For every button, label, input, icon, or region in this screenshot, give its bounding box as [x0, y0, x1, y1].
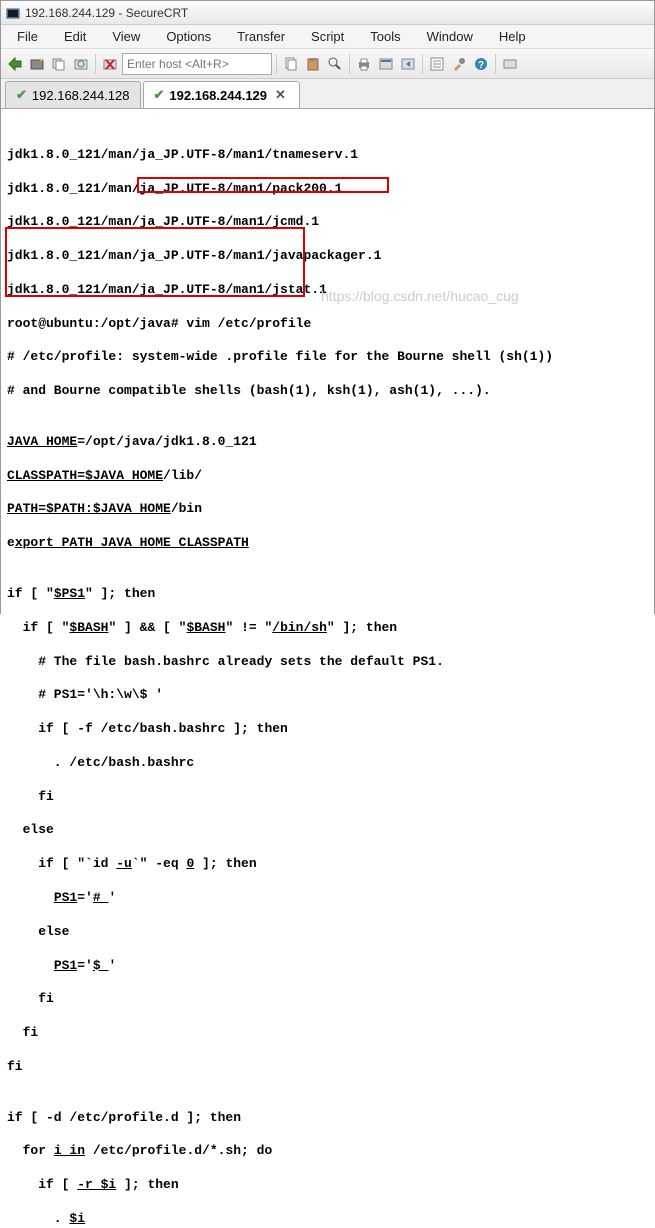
terminal-line: # /etc/profile: system-wide .profile fil… — [7, 349, 648, 366]
paste-icon[interactable] — [303, 54, 323, 74]
svg-text:?: ? — [478, 60, 484, 71]
connect-icon[interactable] — [5, 54, 25, 74]
terminal-line: jdk1.8.0_121/man/ja_JP.UTF-8/man1/pack20… — [7, 181, 648, 198]
tools-icon[interactable] — [449, 54, 469, 74]
tabbar: ✔ 192.168.244.128 ✔ 192.168.244.129 ✕ — [1, 79, 654, 109]
terminal-line: if [ "`id -u`" -eq 0 ]; then — [7, 856, 648, 873]
watermark: https://blog.csdn.net/hucao_cug — [321, 287, 519, 305]
terminal-line: jdk1.8.0_121/man/ja_JP.UTF-8/man1/jcmd.1 — [7, 214, 648, 231]
toggle-icon[interactable] — [500, 54, 520, 74]
terminal-line: . /etc/bash.bashrc — [7, 755, 648, 772]
menu-tools[interactable]: Tools — [358, 26, 412, 47]
reconnect-icon[interactable] — [71, 54, 91, 74]
app-icon — [5, 5, 21, 21]
tab-session-1[interactable]: ✔ 192.168.244.128 — [5, 81, 141, 108]
help-icon[interactable]: ? — [471, 54, 491, 74]
menu-file[interactable]: File — [5, 26, 50, 47]
terminal-line: fi — [7, 789, 648, 806]
session-options-icon[interactable] — [376, 54, 396, 74]
terminal-line: export PATH JAVA_HOME CLASSPATH — [7, 535, 648, 552]
menu-transfer[interactable]: Transfer — [225, 26, 297, 47]
print-icon[interactable] — [354, 54, 374, 74]
terminal-line: if [ -f /etc/bash.bashrc ]; then — [7, 721, 648, 738]
properties-icon[interactable] — [427, 54, 447, 74]
close-icon[interactable]: ✕ — [272, 87, 289, 103]
toolbar-separator — [422, 54, 423, 74]
check-icon: ✔ — [16, 87, 27, 103]
terminal-line: # PS1='\h:\w\$ ' — [7, 687, 648, 704]
terminal-line: jdk1.8.0_121/man/ja_JP.UTF-8/man1/javapa… — [7, 248, 648, 265]
menu-script[interactable]: Script — [299, 26, 356, 47]
menu-help[interactable]: Help — [487, 26, 538, 47]
terminal-line: JAVA_HOME=/opt/java/jdk1.8.0_121 — [7, 434, 648, 451]
terminal-line: PS1='$ ' — [7, 958, 648, 975]
terminal-line: # and Bourne compatible shells (bash(1),… — [7, 383, 648, 400]
terminal-line: if [ -d /etc/profile.d ]; then — [7, 1110, 648, 1127]
title-text: 192.168.244.129 - SecureCRT — [25, 6, 188, 20]
titlebar: 192.168.244.129 - SecureCRT — [1, 1, 654, 25]
menu-view[interactable]: View — [100, 26, 152, 47]
send-icon[interactable] — [398, 54, 418, 74]
toolbar-separator — [349, 54, 350, 74]
host-input[interactable] — [122, 53, 272, 75]
toolbar: ? — [1, 49, 654, 79]
quick-connect-icon[interactable] — [27, 54, 47, 74]
tab-session-2[interactable]: ✔ 192.168.244.129 ✕ — [143, 81, 300, 108]
terminal-line: if [ "$PS1" ]; then — [7, 586, 648, 603]
check-icon: ✔ — [154, 87, 165, 103]
terminal-line: jdk1.8.0_121/man/ja_JP.UTF-8/man1/tnames… — [7, 147, 648, 164]
disconnect-icon[interactable] — [100, 54, 120, 74]
terminal-line: . $i — [7, 1211, 648, 1228]
find-icon[interactable] — [325, 54, 345, 74]
terminal-line: fi — [7, 1059, 648, 1076]
terminal-line: # The file bash.bashrc already sets the … — [7, 654, 648, 671]
terminal-line: PATH=$PATH:$JAVA_HOME/bin — [7, 501, 648, 518]
toolbar-separator — [95, 54, 96, 74]
menu-window[interactable]: Window — [415, 26, 485, 47]
terminal-line: fi — [7, 991, 648, 1008]
terminal-line: if [ -r $i ]; then — [7, 1177, 648, 1194]
terminal-line: else — [7, 822, 648, 839]
terminal-content[interactable]: https://blog.csdn.net/hucao_cug jdk1.8.0… — [1, 109, 654, 1228]
menu-options[interactable]: Options — [154, 26, 223, 47]
terminal-line: root@ubuntu:/opt/java# vim /etc/profile — [7, 316, 648, 333]
terminal-line: PS1='# ' — [7, 890, 648, 907]
connect-in-tab-icon[interactable] — [49, 54, 69, 74]
toolbar-separator — [495, 54, 496, 74]
terminal-line: fi — [7, 1025, 648, 1042]
copy-icon[interactable] — [281, 54, 301, 74]
toolbar-separator — [276, 54, 277, 74]
terminal-line: else — [7, 924, 648, 941]
tab-label: 192.168.244.128 — [32, 88, 130, 103]
menubar: File Edit View Options Transfer Script T… — [1, 25, 654, 49]
terminal-line: CLASSPATH=$JAVA_HOME/lib/ — [7, 468, 648, 485]
tab-label: 192.168.244.129 — [169, 88, 267, 103]
terminal-line: if [ "$BASH" ] && [ "$BASH" != "/bin/sh"… — [7, 620, 648, 637]
menu-edit[interactable]: Edit — [52, 26, 98, 47]
terminal-line: for i in /etc/profile.d/*.sh; do — [7, 1143, 648, 1160]
